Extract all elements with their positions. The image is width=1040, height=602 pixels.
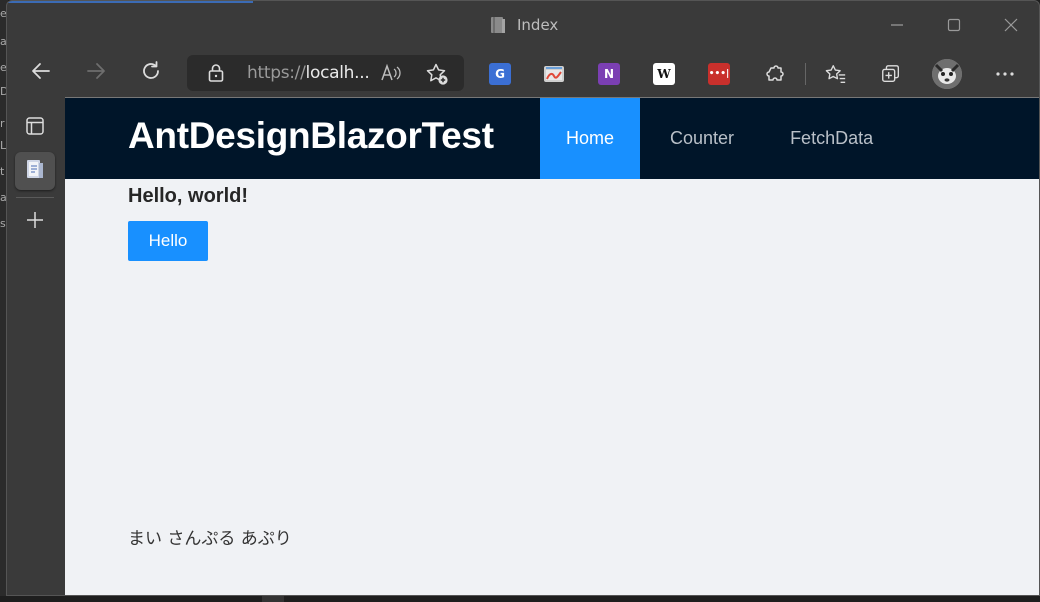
title-bar: Index	[7, 1, 1039, 49]
background-strip	[0, 596, 1040, 602]
translate-extension-glyph: G	[495, 67, 505, 81]
wikipedia-extension-icon[interactable]: W	[653, 63, 675, 85]
tab-index[interactable]	[15, 152, 55, 190]
onenote-extension-glyph: N	[603, 67, 615, 81]
new-tab-button[interactable]	[15, 203, 55, 241]
nav-item-home[interactable]: Home	[540, 98, 641, 179]
minimize-icon	[890, 17, 904, 36]
read-aloud-icon[interactable]	[380, 63, 402, 87]
window-title-group: Index	[489, 15, 558, 35]
book-icon	[25, 158, 45, 184]
red-extension-glyph: •••|	[708, 69, 730, 79]
maximize-button[interactable]	[941, 13, 967, 39]
tab-actions-icon	[25, 116, 45, 140]
url-scheme: https://	[247, 63, 306, 83]
sidebar-divider	[16, 197, 54, 198]
lock-icon[interactable]	[207, 63, 225, 87]
favorites-icon[interactable]	[825, 63, 847, 85]
browser-window: Index https://localh... G N W •••| AntDe…	[6, 0, 1040, 596]
back-button[interactable]	[23, 57, 59, 89]
nav-item-counter[interactable]: Counter	[640, 98, 764, 179]
minimize-button[interactable]	[884, 13, 910, 39]
url-host: localh...	[305, 63, 370, 83]
refresh-icon	[139, 59, 163, 87]
screenshot-extension-icon[interactable]	[543, 63, 565, 85]
translate-extension-icon[interactable]: G	[489, 63, 511, 85]
page-viewport: AntDesignBlazorTest Home Counter FetchDa…	[65, 97, 1039, 595]
book-icon	[489, 16, 507, 34]
arrow-left-icon	[29, 59, 53, 87]
browser-toolbar: https://localh... G N W •••|	[7, 49, 1039, 97]
red-extension-icon[interactable]: •••|	[708, 63, 730, 85]
forward-button[interactable]	[78, 57, 114, 89]
maximize-icon	[947, 17, 961, 36]
puzzle-extensions-icon[interactable]	[764, 63, 786, 85]
hello-button[interactable]: Hello	[128, 221, 208, 261]
window-title: Index	[517, 16, 559, 34]
close-icon	[1004, 17, 1018, 36]
close-button[interactable]	[998, 13, 1024, 39]
vertical-tabs-sidebar	[7, 97, 65, 595]
wikipedia-extension-glyph: W	[657, 67, 671, 81]
more-menu-icon[interactable]	[994, 63, 1016, 85]
app-header: AntDesignBlazorTest Home Counter FetchDa…	[65, 98, 1039, 179]
arrow-right-icon	[84, 59, 108, 87]
toolbar-separator	[805, 63, 806, 85]
tab-actions-button[interactable]	[15, 109, 55, 147]
footer-text: まい さんぷる あぷり	[128, 529, 292, 549]
app-brand-logo[interactable]: AntDesignBlazorTest	[128, 115, 494, 157]
refresh-button[interactable]	[133, 57, 169, 89]
nav-item-fetchdata[interactable]: FetchData	[764, 98, 903, 179]
address-bar[interactable]: https://localh...	[187, 55, 464, 91]
url-text[interactable]: https://localh...	[247, 63, 370, 83]
top-nav-menu: Home Counter FetchData	[540, 98, 903, 179]
page-heading: Hello, world!	[128, 185, 248, 207]
onenote-extension-icon[interactable]: N	[598, 63, 620, 85]
plus-icon	[25, 210, 45, 234]
profile-avatar[interactable]	[932, 59, 962, 89]
add-favorite-icon[interactable]	[425, 62, 449, 90]
collections-icon[interactable]	[880, 63, 902, 85]
background-mark	[262, 596, 284, 602]
